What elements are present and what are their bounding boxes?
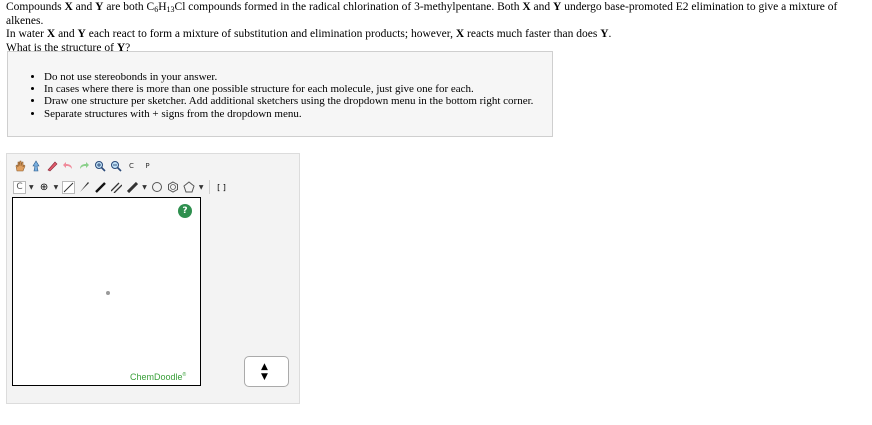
add-sketcher-stepper[interactable]: ▲ ▼ <box>244 356 289 387</box>
instruction-item: Do not use stereobonds in your answer. <box>44 71 533 83</box>
pentagon-ring-icon[interactable] <box>183 181 196 194</box>
compound-x: X <box>522 1 531 13</box>
canvas-center-dot <box>106 291 110 295</box>
undo-icon[interactable] <box>61 160 74 173</box>
question-line-1: Compounds X and Y are both C6H13Cl compo… <box>6 1 868 28</box>
q-text: and <box>530 1 554 13</box>
chevron-down-icon[interactable]: ▼ <box>142 184 147 191</box>
question-line-2: In water X and Y each react to form a mi… <box>6 28 868 42</box>
cyclopentane-ring-icon[interactable] <box>151 181 164 194</box>
instructions-box: Do not use stereobonds in your answer. I… <box>7 51 553 137</box>
charge-icon[interactable]: ⊕ <box>38 181 51 194</box>
chemdoodle-logo: ChemDoodle® <box>130 372 186 382</box>
q-text: each react to form a mixture of substitu… <box>85 28 456 40</box>
bold-bond-icon[interactable] <box>94 181 107 194</box>
double-bond-icon[interactable] <box>110 181 123 194</box>
drawing-canvas[interactable]: ? ChemDoodle® <box>12 197 201 386</box>
compound-y: Y <box>600 28 609 40</box>
benzene-ring-icon[interactable] <box>167 181 180 194</box>
clean-icon[interactable]: C <box>125 160 138 173</box>
compound-y: Y <box>77 28 86 40</box>
q-text: In water <box>6 28 47 40</box>
stepper-up-icon[interactable]: ▲ <box>261 363 268 372</box>
compound-x: X <box>455 28 465 40</box>
instruction-item: Separate structures with + signs from th… <box>44 108 533 120</box>
brand-mark: ® <box>182 372 187 378</box>
bracket-icon[interactable]: [ ] <box>214 181 230 194</box>
toolbar-divider <box>208 180 210 194</box>
chevron-down-icon[interactable]: ▼ <box>199 184 204 191</box>
eraser-icon[interactable] <box>45 160 58 173</box>
stepper-down-icon[interactable]: ▼ <box>261 373 268 382</box>
zoom-out-icon[interactable] <box>109 160 122 173</box>
q-text: are both C <box>103 1 155 13</box>
instructions-list: Do not use stereobonds in your answer. I… <box>8 71 533 120</box>
lasso-icon[interactable] <box>29 160 42 173</box>
sketcher-panel: C P C ▼ ⊕ ▼ ▼ ▼ [ ] ? ChemDoodle® ▲ ▼ <box>6 153 300 404</box>
zoom-in-icon[interactable] <box>93 160 106 173</box>
wedge-bond-icon[interactable] <box>78 181 91 194</box>
brand-text: ChemDoodle <box>130 372 183 382</box>
sketcher-toolbar-bottom: C ▼ ⊕ ▼ ▼ ▼ [ ] <box>13 179 233 195</box>
element-button[interactable]: C <box>13 180 26 194</box>
q-text: reacts much faster than does <box>464 28 601 40</box>
chevron-down-icon[interactable]: ▼ <box>54 184 59 191</box>
periodic-table-icon[interactable]: P <box>141 160 154 173</box>
instruction-item: Draw one structure per sketcher. Add add… <box>44 95 533 107</box>
q-text: Cl compounds formed in the radical chlor… <box>174 1 523 13</box>
instruction-item: In cases where there is more than one po… <box>44 83 533 95</box>
question-text: Compounds X and Y are both C6H13Cl compo… <box>6 1 868 55</box>
compound-x: X <box>64 1 73 13</box>
triple-bond-icon[interactable] <box>126 181 139 194</box>
q-text: and <box>55 28 78 40</box>
sketcher-toolbar-top: C P <box>13 158 157 174</box>
compound-x: X <box>46 28 56 40</box>
q-text: . <box>608 28 612 40</box>
hand-icon[interactable] <box>13 160 26 173</box>
chevron-down-icon[interactable]: ▼ <box>29 184 34 191</box>
subscript: 13 <box>166 5 175 14</box>
q-text: Compounds <box>6 1 65 13</box>
q-text: and <box>72 1 96 13</box>
single-bond-icon[interactable] <box>62 180 76 194</box>
help-icon[interactable]: ? <box>178 204 192 218</box>
q-text: H <box>158 1 167 13</box>
redo-icon[interactable] <box>77 160 90 173</box>
